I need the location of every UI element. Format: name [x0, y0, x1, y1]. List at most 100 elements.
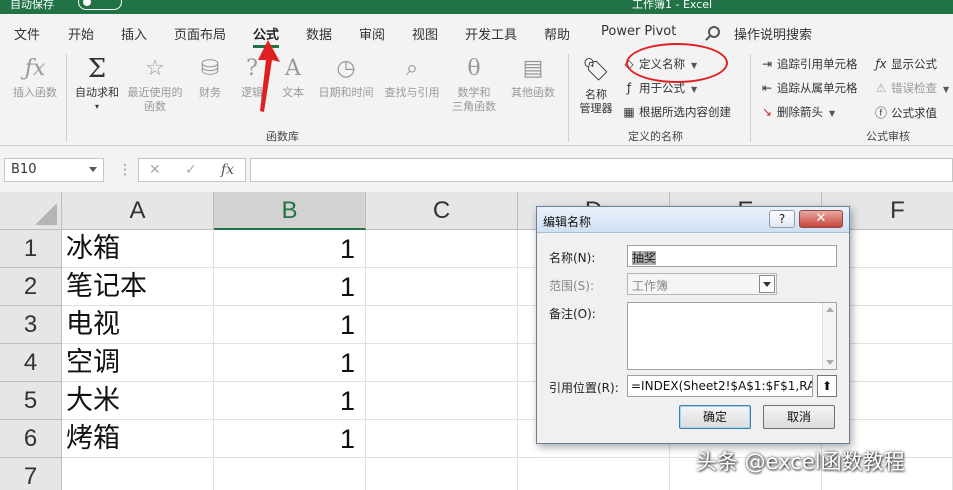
chevron-down-icon[interactable] — [89, 167, 97, 172]
create-from-selection-button[interactable]: ▦ 根据所选内容创建 — [622, 104, 731, 120]
tab-help[interactable]: 帮助 — [544, 24, 570, 43]
cell-a4[interactable]: 空调 — [62, 344, 214, 382]
ribbon-separator — [750, 54, 751, 142]
select-all-button[interactable] — [0, 192, 62, 230]
row-header[interactable]: 6 — [0, 420, 62, 458]
search-box-label[interactable]: 操作说明搜索 — [734, 24, 812, 43]
tab-file[interactable]: 文件 — [14, 24, 40, 43]
cell-c3[interactable] — [366, 306, 518, 344]
name-manager-label-2: 管理器 — [579, 102, 613, 115]
insert-function-button[interactable]: ƒx 插入函数 — [6, 56, 64, 100]
autosum-button[interactable]: Σ 自动求和 ▾ — [70, 56, 124, 114]
refers-to-field[interactable]: =INDEX(Sheet2!$A$1:$F$1,RAN — [627, 375, 813, 397]
enter-icon[interactable]: ✓ — [185, 162, 197, 178]
dialog-title: 编辑名称 — [543, 215, 592, 229]
cell-a6[interactable]: 烤箱 — [62, 420, 214, 458]
comment-scrollbar[interactable] — [822, 303, 836, 369]
cell-b7[interactable] — [214, 458, 366, 490]
cell-a2[interactable]: 笔记本 — [62, 268, 214, 306]
magnifier-icon: ⌕ — [405, 56, 419, 81]
tab-page-layout[interactable]: 页面布局 — [174, 24, 226, 43]
cancel-button[interactable]: 取消 — [763, 405, 835, 429]
row-header[interactable]: 2 — [0, 268, 62, 306]
cell-c1[interactable] — [366, 230, 518, 268]
row-header[interactable]: 1 — [0, 230, 62, 268]
show-formulas-button[interactable]: ƒx 显示公式 — [874, 56, 937, 72]
ribbon-separator — [66, 54, 67, 142]
fx-icon[interactable]: fx — [221, 162, 234, 178]
column-header-b[interactable]: B — [214, 192, 366, 230]
cell-b5[interactable]: 1 — [214, 382, 366, 420]
dialog-title-bar[interactable]: 编辑名称 ? ✕ — [537, 207, 849, 233]
formula-input[interactable] — [250, 158, 953, 182]
cell-c5[interactable] — [366, 382, 518, 420]
comment-textarea[interactable] — [627, 302, 837, 370]
cell-a7[interactable] — [62, 458, 214, 490]
tab-developer[interactable]: 开发工具 — [465, 24, 517, 43]
show-formulas-label: 显示公式 — [891, 57, 937, 71]
datetime-button[interactable]: ◷ 日期和时间 — [314, 56, 378, 100]
trace-dependents-label: 追踪从属单元格 — [777, 81, 858, 95]
tab-data[interactable]: 数据 — [306, 24, 332, 43]
function-library-group-label: 函数库 — [266, 130, 299, 143]
name-field-label: 名称(N): — [549, 251, 596, 265]
lookup-button[interactable]: ⌕ 查找与引用 — [380, 56, 444, 100]
tab-home[interactable]: 开始 — [68, 24, 94, 43]
recently-used-button[interactable]: ☆ 最近使用的 函数 — [124, 56, 186, 114]
datetime-label: 日期和时间 — [318, 86, 374, 99]
cell-c4[interactable] — [366, 344, 518, 382]
name-tag-icon: 🏷 — [582, 58, 610, 83]
row-header[interactable]: 4 — [0, 344, 62, 382]
close-button[interactable]: ✕ — [799, 210, 843, 228]
column-header-c[interactable]: C — [366, 192, 518, 230]
trace-precedents-button[interactable]: ⇥ 追踪引用单元格 — [760, 56, 858, 72]
name-box[interactable]: B10 — [4, 158, 104, 182]
cell-b1[interactable]: 1 — [214, 230, 366, 268]
math-trig-button[interactable]: θ 数学和 三角函数 — [446, 56, 502, 114]
cell-a3[interactable]: 电视 — [62, 306, 214, 344]
cell-d7[interactable] — [518, 458, 670, 490]
ok-button[interactable]: 确定 — [679, 405, 751, 429]
name-field[interactable]: 抽奖 — [627, 245, 837, 267]
row-header[interactable]: 3 — [0, 306, 62, 344]
evaluate-icon: ⓕ — [874, 106, 887, 120]
collapse-dialog-icon[interactable]: ⬆ — [817, 375, 837, 397]
chevron-down-icon[interactable] — [759, 275, 775, 293]
tab-insert[interactable]: 插入 — [121, 24, 147, 43]
sigma-icon: Σ — [87, 54, 107, 84]
error-checking-button[interactable]: ⚠ 错误检查 ▼ — [874, 80, 950, 96]
cell-c6[interactable] — [366, 420, 518, 458]
autosave-toggle[interactable] — [78, 0, 122, 10]
cell-b2[interactable]: 1 — [214, 268, 366, 306]
financial-button[interactable]: ⛁ 财务 — [190, 56, 230, 100]
tab-review[interactable]: 审阅 — [359, 24, 385, 43]
row-header[interactable]: 7 — [0, 458, 62, 490]
cell-a5[interactable]: 大米 — [62, 382, 214, 420]
column-header-a[interactable]: A — [62, 192, 214, 230]
name-manager-button[interactable]: 🏷 名称 管理器 — [574, 58, 618, 116]
autosave-label: 自动保存 — [10, 0, 54, 11]
scope-select[interactable]: 工作簿 — [627, 273, 777, 295]
cancel-icon[interactable]: ✕ — [149, 162, 161, 178]
tab-power-pivot[interactable]: Power Pivot — [601, 24, 676, 39]
help-button[interactable]: ? — [769, 210, 795, 228]
cell-b3[interactable]: 1 — [214, 306, 366, 344]
row-header[interactable]: 5 — [0, 382, 62, 420]
cell-c2[interactable] — [366, 268, 518, 306]
cell-a1[interactable]: 冰箱 — [62, 230, 214, 268]
cell-c7[interactable] — [366, 458, 518, 490]
cell-b6[interactable]: 1 — [214, 420, 366, 458]
formula-auditing-group-label: 公式审核 — [866, 130, 910, 143]
annotation-ellipse — [626, 43, 728, 83]
trace-precedents-label: 追踪引用单元格 — [777, 57, 858, 71]
evaluate-formula-button[interactable]: ⓕ 公式求值 — [874, 104, 937, 121]
grip-icon[interactable]: ⋮ — [118, 162, 132, 178]
math-label-1: 数学和 — [457, 86, 491, 99]
remove-arrows-button[interactable]: ↘ 删除箭头 ▼ — [760, 104, 835, 120]
more-functions-button[interactable]: ▤ 其他函数 — [504, 56, 562, 100]
trace-dependents-button[interactable]: ⇤ 追踪从属单元格 — [760, 80, 858, 96]
search-icon[interactable] — [708, 26, 720, 38]
tab-view[interactable]: 视图 — [412, 24, 438, 43]
window-title: 工作簿1 - Excel — [632, 0, 713, 11]
cell-b4[interactable]: 1 — [214, 344, 366, 382]
